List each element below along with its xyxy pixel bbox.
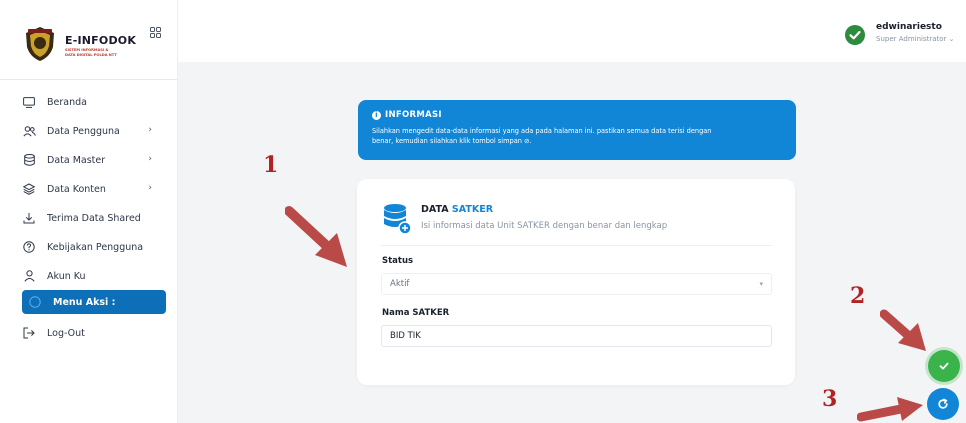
brand-subtitle-line2: DATA DIGITAL POLDA NTT: [65, 52, 117, 57]
annotation-arrow-3: [857, 397, 923, 422]
info-alert-title-text: INFORMASI: [385, 110, 442, 120]
form-subtitle: Isi informasi data Unit SATKER dengan be…: [421, 221, 668, 231]
status-select-value: Aktif: [390, 279, 410, 289]
sidebar-item-label: Menu Aksi :: [53, 296, 116, 308]
divider: [381, 245, 772, 246]
users-icon: [22, 124, 36, 138]
form-title-prefix: DATA: [421, 204, 452, 215]
annotation-number-3: 3: [822, 386, 838, 412]
sidebar-item-akun-ku[interactable]: Akun Ku: [22, 264, 166, 288]
avatar[interactable]: [845, 25, 865, 45]
form-title-accent: SATKER: [451, 204, 494, 215]
chevron-down-icon: ▾: [759, 280, 763, 288]
status-label: Status: [382, 256, 414, 266]
info-alert: i INFORMASI Silahkan mengedit data-data …: [358, 100, 796, 160]
save-button[interactable]: [928, 350, 960, 382]
chevron-right-icon: ›: [148, 125, 152, 135]
police-logo: [26, 27, 54, 61]
reset-button[interactable]: [927, 388, 959, 420]
nama-satker-input[interactable]: BID TIK: [381, 325, 772, 347]
nama-satker-value: BID TIK: [390, 331, 421, 341]
sidebar-item-label: Terima Data Shared: [47, 212, 141, 224]
help-circle-icon: [22, 240, 36, 254]
check-icon: [939, 362, 949, 370]
chevron-right-icon: ›: [148, 154, 152, 164]
status-select[interactable]: Aktif ▾: [381, 273, 772, 295]
layers-icon: [22, 182, 36, 196]
sidebar-item-label: Beranda: [47, 96, 87, 108]
user-role-dropdown[interactable]: Super Administrator ⌄: [876, 35, 955, 43]
info-alert-text-line2: benar, kemudian silahkan klik tombol sim…: [372, 137, 532, 145]
nama-satker-label: Nama SATKER: [382, 308, 450, 318]
sidebar-item-data-konten[interactable]: Data Konten ›: [22, 177, 166, 201]
user-name[interactable]: edwinariesto: [876, 22, 942, 32]
chevron-right-icon: ›: [148, 183, 152, 193]
sidebar-item-menu-aksi[interactable]: Menu Aksi :: [22, 290, 166, 314]
satker-form-card: DATA SATKER Isi informasi data Unit SATK…: [357, 179, 795, 385]
sidebar: E-INFODOK SISTEM INFORMASI & DATA DIGITA…: [0, 0, 178, 423]
sidebar-item-label: Data Master: [47, 154, 106, 166]
download-icon: [22, 211, 36, 225]
brand-title: E-INFODOK: [65, 34, 137, 47]
brand-subtitle: SISTEM INFORMASI & DATA DIGITAL POLDA NT…: [65, 48, 135, 57]
annotation-number-1: 1: [263, 152, 279, 178]
sidebar-item-label: Data Konten: [47, 183, 106, 195]
info-alert-text-line1: Silahkan mengedit data-data informasi ya…: [372, 127, 712, 135]
info-alert-title: i INFORMASI: [372, 110, 782, 120]
annotation-arrow-2: [880, 309, 926, 351]
sidebar-item-data-master[interactable]: Data Master ›: [22, 148, 166, 172]
logout-icon: [22, 326, 36, 340]
sidebar-item-terima-data-shared[interactable]: Terima Data Shared: [22, 206, 166, 230]
monitor-icon: [22, 95, 36, 109]
sidebar-item-beranda[interactable]: Beranda: [22, 90, 166, 114]
info-icon: i: [372, 110, 381, 120]
brand-header: E-INFODOK SISTEM INFORMASI & DATA DIGITA…: [0, 0, 178, 80]
refresh-icon: [938, 398, 948, 409]
annotation-arrow-1: [285, 206, 347, 267]
sidebar-item-kebijakan-pengguna[interactable]: Kebijakan Pengguna: [22, 235, 166, 259]
database-icon: [22, 153, 36, 167]
sidebar-item-label: Log-Out: [47, 327, 85, 339]
info-circle-icon: [28, 295, 42, 309]
user-icon: [22, 269, 36, 283]
form-title: DATA SATKER: [421, 204, 493, 215]
grid-icon[interactable]: [150, 27, 161, 38]
sidebar-item-data-pengguna[interactable]: Data Pengguna ›: [22, 119, 166, 143]
check-icon: [849, 30, 861, 40]
annotation-number-2: 2: [850, 283, 866, 309]
database-add-icon: [384, 204, 411, 235]
sidebar-item-log-out[interactable]: Log-Out: [22, 321, 166, 345]
sidebar-item-label: Data Pengguna: [47, 125, 120, 137]
info-alert-text: Silahkan mengedit data-data informasi ya…: [372, 126, 782, 146]
sidebar-item-label: Kebijakan Pengguna: [47, 241, 144, 253]
sidebar-item-label: Akun Ku: [47, 270, 86, 282]
